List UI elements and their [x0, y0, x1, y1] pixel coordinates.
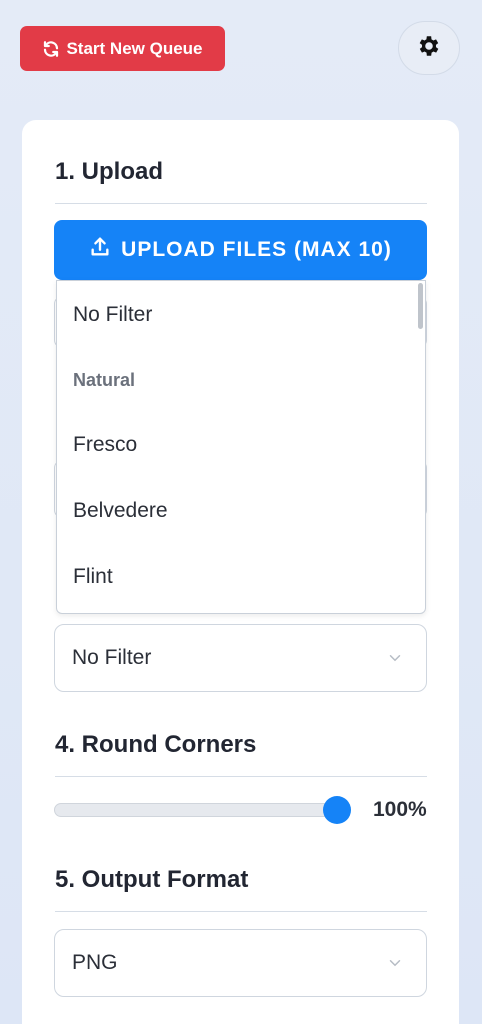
dropdown-group-natural: Natural — [73, 370, 136, 390]
upload-divider — [55, 203, 427, 204]
dropdown-option-belvedere[interactable]: Belvedere — [73, 499, 168, 523]
filter-select[interactable]: No Filter — [54, 624, 427, 692]
filter-select-value: No Filter — [72, 646, 152, 669]
start-new-queue-button[interactable]: Start New Queue — [20, 26, 225, 71]
round-corners-title: 4. Round Corners — [55, 731, 257, 758]
round-corners-value: 100% — [373, 798, 427, 821]
output-format-value: PNG — [72, 951, 118, 974]
chevron-down-icon — [386, 649, 404, 673]
output-format-title: 5. Output Format — [55, 866, 249, 893]
round-corners-slider-track[interactable] — [54, 803, 346, 817]
gear-icon — [416, 33, 442, 64]
round-corners-divider — [55, 776, 427, 777]
round-corners-slider-thumb[interactable] — [323, 796, 351, 824]
settings-button[interactable] — [398, 21, 460, 75]
refresh-icon — [42, 40, 60, 58]
upload-icon — [89, 236, 111, 264]
dropdown-option-no-filter[interactable]: No Filter — [73, 303, 152, 327]
dropdown-scrollbar[interactable] — [418, 283, 423, 329]
upload-files-button[interactable]: UPLOAD FILES (MAX 10) — [54, 220, 427, 280]
upload-files-label: UPLOAD FILES (MAX 10) — [121, 238, 392, 261]
filter-dropdown-menu[interactable]: No Filter Natural Fresco Belvedere Flint — [56, 280, 426, 614]
start-new-queue-label: Start New Queue — [66, 38, 203, 58]
dropdown-option-fresco[interactable]: Fresco — [73, 433, 137, 457]
output-format-select[interactable]: PNG — [54, 929, 427, 997]
dropdown-option-flint[interactable]: Flint — [73, 565, 113, 589]
output-format-divider — [55, 911, 427, 912]
chevron-down-icon — [386, 954, 404, 978]
upload-section-title: 1. Upload — [55, 158, 164, 185]
